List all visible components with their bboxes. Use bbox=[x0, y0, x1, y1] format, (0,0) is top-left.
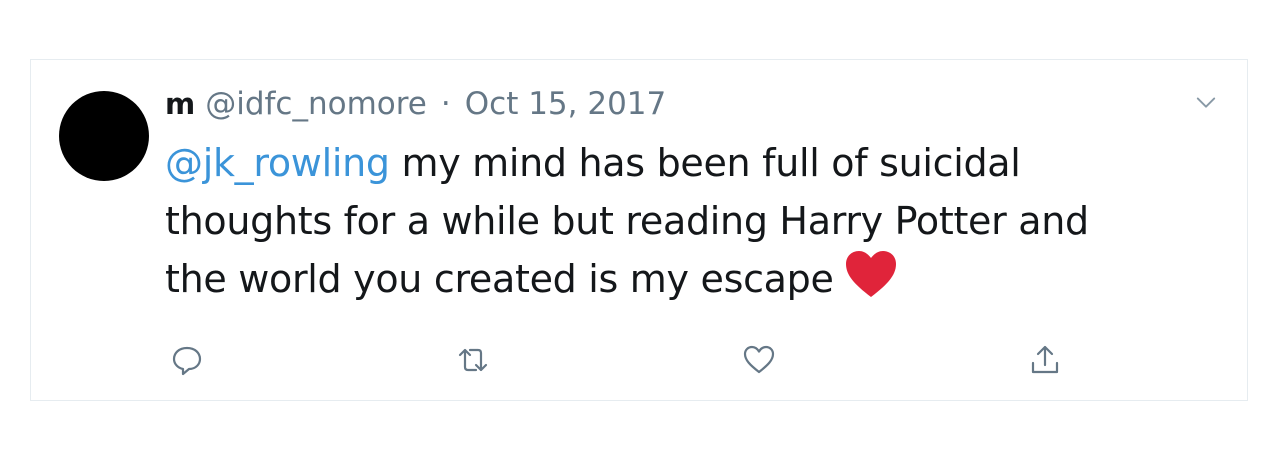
user-handle[interactable]: @idfc_nomore bbox=[205, 86, 427, 122]
tweet-header: m @idfc_nomore · Oct 15, 2017 bbox=[165, 86, 666, 126]
share-icon[interactable] bbox=[1023, 338, 1067, 382]
mention-link[interactable]: @jk_rowling bbox=[165, 141, 390, 185]
like-icon[interactable] bbox=[737, 338, 781, 382]
red-heart-emoji bbox=[844, 250, 898, 300]
chevron-down-icon[interactable] bbox=[1195, 92, 1217, 114]
display-name[interactable]: m bbox=[165, 87, 195, 121]
tweet-date[interactable]: Oct 15, 2017 bbox=[465, 86, 667, 122]
reply-icon[interactable] bbox=[165, 338, 209, 382]
retweet-icon[interactable] bbox=[451, 338, 495, 382]
tweet-actions bbox=[165, 338, 1065, 382]
separator-dot: · bbox=[440, 86, 451, 122]
tweet-card[interactable]: m @idfc_nomore · Oct 15, 2017 @jk_rowlin… bbox=[30, 59, 1248, 401]
avatar[interactable] bbox=[59, 91, 149, 181]
tweet-text: @jk_rowling my mind has been full of sui… bbox=[165, 134, 1125, 308]
